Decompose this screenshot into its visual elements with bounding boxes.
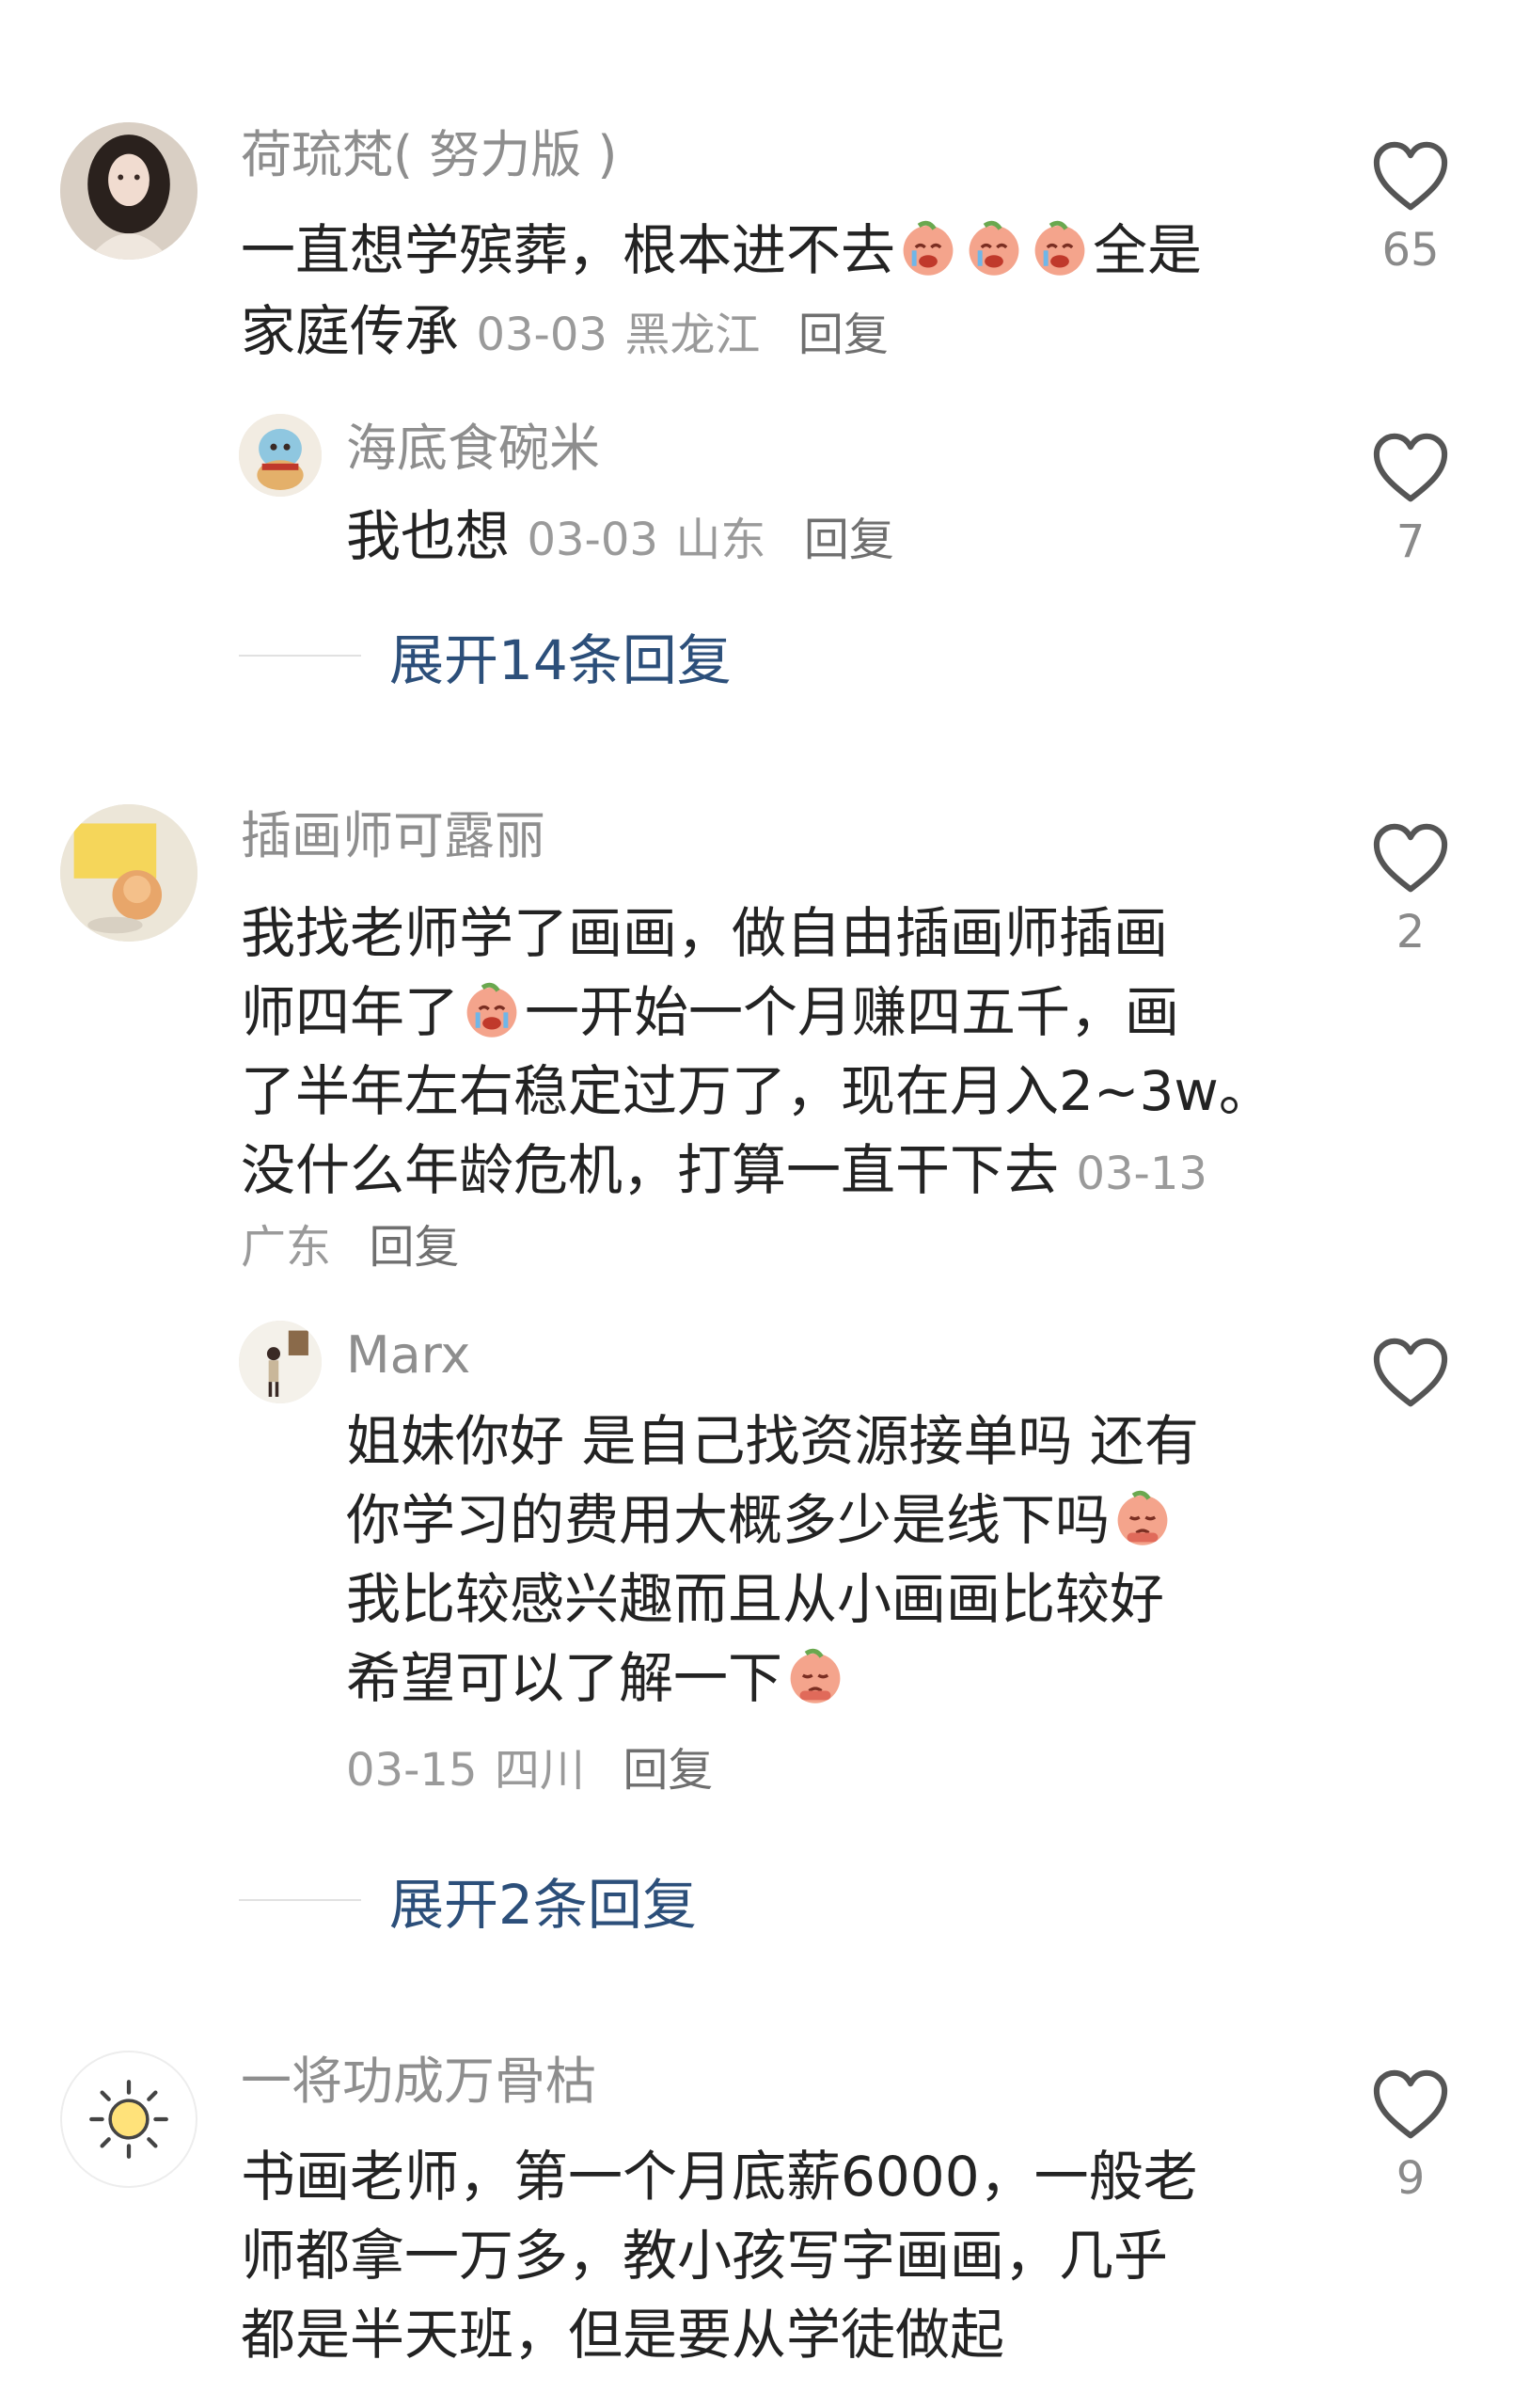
heart-outline-icon [1373, 433, 1448, 502]
reply-text: 希望可以了解一下 [346, 1639, 848, 1718]
comment-text-line: 师都拿一万多，教小孩写字画画，几乎 [241, 2224, 1169, 2288]
comment-text: 了半年左右稳定过万了，现在月入2~3w。 [241, 1052, 1273, 1131]
comment-text-line: 没什么年龄危机，打算一直干下去 [241, 1138, 1060, 1202]
comment-date: 03-13 [1076, 1148, 1207, 1200]
like-button[interactable]: 7 [1359, 433, 1462, 568]
comment-text: 家庭传承 03-03 黑龙江 回复 [241, 292, 889, 374]
expand-replies-button[interactable]: 展开14条回复 [239, 616, 732, 695]
like-count: 9 [1396, 2152, 1426, 2205]
comment-author[interactable]: 荷琉梵( 努力版 ) [241, 124, 617, 186]
comment-text: 我找老师学了画画，做自由插画师插画 [241, 894, 1168, 973]
reply-text: 你学习的费用大概多少是线下吗 [346, 1481, 1175, 1560]
reply-date: 03-15 [346, 1744, 478, 1797]
like-count: 2 [1396, 906, 1426, 958]
sun-icon [89, 2080, 168, 2159]
reply-button[interactable]: 回复 [804, 514, 894, 566]
comment-text-line: 书画老师，第一个月底薪6000，一般老 [241, 2145, 1198, 2209]
like-count: 7 [1396, 515, 1426, 568]
reply-text: 我比较感兴趣而且从小画画比较好 [346, 1560, 1164, 1639]
comment-text-line: 都是半天班，但是要从学徒做起 [241, 2303, 1005, 2367]
reply-author[interactable]: 海底食碗米 [346, 418, 600, 480]
pleading-face-emoji-icon [784, 1644, 846, 1706]
comment-text: 师都拿一万多，教小孩写字画画，几乎 [241, 2216, 1168, 2295]
avatar[interactable] [60, 122, 197, 260]
reply-text-line: 我比较感兴趣而且从小画画比较好 [346, 1567, 1165, 1631]
reply-button[interactable]: 回复 [623, 1744, 713, 1797]
comment-author[interactable]: 一将功成万骨枯 [241, 2051, 596, 2113]
comment-text-line: 全是 [1093, 218, 1203, 282]
crying-face-emoji-icon [461, 978, 523, 1040]
heart-outline-icon [1373, 2069, 1448, 2139]
comment-text-line: 一开始一个月赚四五千，画 [525, 980, 1180, 1044]
reply-text-line: 我也想 [346, 504, 511, 568]
like-count: 65 [1381, 224, 1440, 277]
divider [239, 655, 361, 657]
comment-text: 没什么年龄危机，打算一直干下去 03-13 [241, 1131, 1207, 1213]
comment-date: 03-03 [476, 309, 607, 361]
reply-text: 我也想 03-03 山东 回复 [346, 497, 894, 579]
like-button[interactable]: 2 [1359, 823, 1462, 958]
divider [239, 1899, 361, 1901]
comment-text-line: 了半年左右稳定过万了，现在月入2~3w。 [241, 1059, 1273, 1123]
avatar[interactable] [60, 2051, 197, 2188]
reply-meta: 03-15 四川 回复 [346, 1727, 713, 1810]
reply-author[interactable]: Marx [346, 1324, 470, 1386]
like-button[interactable]: 65 [1359, 141, 1462, 277]
comment-text: 师四年了 一开始一个月赚四五千，画 [241, 973, 1179, 1052]
expand-replies-label[interactable]: 展开2条回复 [389, 1861, 697, 1940]
crying-face-emoji-icon [963, 216, 1025, 278]
reply-text-line: 姐妹你好 是自己找资源接单吗 还有 [346, 1409, 1199, 1473]
avatar[interactable] [239, 414, 322, 497]
comment-text: 都是半天班，但是要从学徒做起 [241, 2295, 1004, 2374]
reply-location: 山东 [675, 514, 766, 566]
comment-author[interactable]: 插画师可露丽 [241, 805, 545, 867]
like-button[interactable]: 9 [1359, 2069, 1462, 2205]
avatar[interactable] [239, 1321, 322, 1403]
comment-text: 书画老师，第一个月底薪6000，一般老 [241, 2137, 1198, 2216]
crying-face-emoji-icon [897, 216, 959, 278]
reply-date: 03-03 [527, 514, 658, 566]
comment-meta: 广东 回复 [241, 1204, 459, 1287]
like-button[interactable] [1359, 1338, 1462, 1420]
comment-text-line: 一直想学殡葬，根本进不去 [241, 218, 896, 282]
reply-button[interactable]: 回复 [369, 1221, 459, 1274]
reply-text-line: 希望可以了解一下 [346, 1646, 783, 1710]
expand-replies-label[interactable]: 展开14条回复 [389, 616, 732, 695]
reply-button[interactable]: 回复 [798, 309, 889, 361]
avatar[interactable] [60, 804, 197, 942]
comment-location: 广东 [241, 1221, 332, 1274]
pleading-face-emoji-icon [1112, 1486, 1174, 1548]
crying-face-emoji-icon [1029, 216, 1091, 278]
comment-text-line: 家庭传承 [241, 299, 460, 363]
reply-text-line: 你学习的费用大概多少是线下吗 [346, 1488, 1111, 1552]
heart-outline-icon [1373, 1338, 1448, 1407]
comment-text-line: 我找老师学了画画，做自由插画师插画 [241, 901, 1169, 965]
expand-replies-button[interactable]: 展开2条回复 [239, 1861, 697, 1940]
reply-text: 姐妹你好 是自己找资源接单吗 还有 [346, 1402, 1199, 1481]
comment-location: 黑龙江 [624, 309, 761, 361]
comment-text: 一直想学殡葬，根本进不去 全是 [241, 211, 1202, 290]
heart-outline-icon [1373, 141, 1448, 211]
comment-text-line: 师四年了 [241, 980, 460, 1044]
reply-location: 四川 [494, 1744, 585, 1797]
heart-outline-icon [1373, 823, 1448, 893]
